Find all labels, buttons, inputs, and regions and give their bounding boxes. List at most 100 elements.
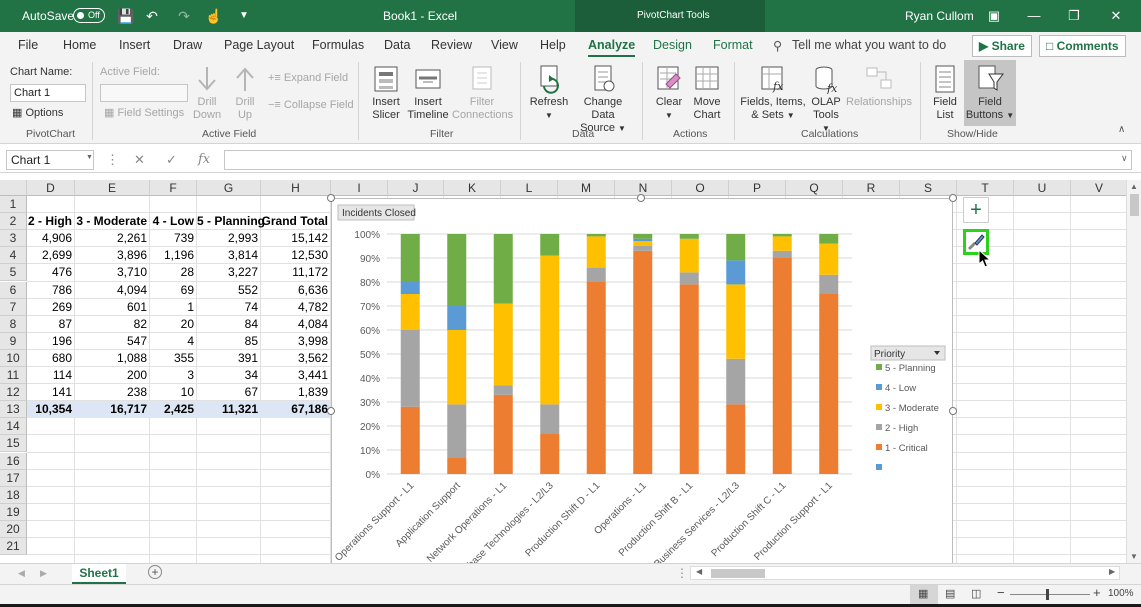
bar-segment[interactable] [772, 258, 792, 474]
row-header-19[interactable]: 19 [0, 503, 27, 521]
bar-segment[interactable] [400, 282, 420, 294]
bar-segment[interactable] [679, 272, 699, 285]
bar-segment[interactable] [540, 433, 560, 474]
pivot-chart[interactable]: Incidents Closed 0% 10% 20% 30% 40% 50% 60% 70% 8… [331, 198, 953, 575]
vertical-scrollbar[interactable]: ▲ ▼ [1126, 180, 1141, 563]
scroll-left-icon[interactable]: ◀ [696, 567, 702, 576]
cell-e6[interactable]: 4,094 [75, 282, 150, 299]
enter-icon[interactable]: ✓ [166, 152, 177, 168]
cell-e4[interactable]: 3,896 [75, 247, 150, 264]
bar-segment[interactable] [493, 394, 513, 474]
cell-d11[interactable]: 114 [27, 367, 75, 384]
select-all-corner[interactable] [0, 180, 27, 196]
cell-e12[interactable]: 238 [75, 384, 150, 401]
tab-format[interactable]: Format [713, 38, 753, 52]
cell-h9[interactable]: 3,998 [261, 333, 331, 350]
share-button[interactable]: ▶ Share [972, 35, 1032, 57]
cell-f10[interactable]: 355 [150, 350, 197, 367]
bar-segment[interactable] [633, 246, 653, 251]
bar-segment[interactable] [586, 267, 606, 282]
cell-h11[interactable]: 3,441 [261, 367, 331, 384]
cell-g11[interactable]: 34 [197, 367, 261, 384]
cancel-icon[interactable]: ✕ [134, 152, 145, 168]
cell-g8[interactable]: 84 [197, 316, 261, 333]
row-header-13[interactable]: 13 [0, 401, 27, 419]
tab-insert[interactable]: Insert [119, 38, 150, 52]
chart-resize-handle-top-left[interactable] [327, 194, 335, 202]
cell-g7[interactable]: 74 [197, 299, 261, 316]
bar-segment[interactable] [726, 358, 746, 405]
chart-elements-button[interactable]: + [963, 197, 989, 223]
row-header-20[interactable]: 20 [0, 520, 27, 538]
redo-icon[interactable]: ↷ [174, 6, 194, 26]
row-header-10[interactable]: 10 [0, 349, 27, 367]
row-header-9[interactable]: 9 [0, 332, 27, 350]
cell-f7[interactable]: 1 [150, 299, 197, 316]
bar-segment[interactable] [400, 234, 420, 282]
zoom-slider-thumb[interactable] [1046, 589, 1049, 600]
bar-segment[interactable] [447, 457, 467, 474]
bar-segment[interactable] [679, 284, 699, 474]
column-header-u[interactable]: U [1014, 180, 1071, 196]
bar-segment[interactable] [633, 238, 653, 242]
cell-h13[interactable]: 67,186 [261, 401, 331, 418]
chart-resize-handle-top-right[interactable] [949, 194, 957, 202]
cell-e5[interactable]: 3,710 [75, 264, 150, 281]
row-header-21[interactable]: 21 [0, 538, 27, 556]
cell-d3[interactable]: 4,906 [27, 230, 75, 247]
cell-e10[interactable]: 1,088 [75, 350, 150, 367]
legend-entry[interactable]: 3 - Moderate [885, 403, 939, 414]
cell-h10[interactable]: 3,562 [261, 350, 331, 367]
legend-entry[interactable]: 1 - Critical [885, 443, 928, 454]
tab-page-layout[interactable]: Page Layout [224, 38, 294, 52]
bar-segment[interactable] [447, 234, 467, 306]
cell-h5[interactable]: 11,172 [261, 264, 331, 281]
cell-e8[interactable]: 82 [75, 316, 150, 333]
cell-f3[interactable]: 739 [150, 230, 197, 247]
tab-data[interactable]: Data [384, 38, 410, 52]
bar-segment[interactable] [633, 241, 653, 246]
row-header-15[interactable]: 15 [0, 435, 27, 453]
fields-items-sets-button[interactable]: fx Fields, Items, & Sets ▼ [740, 64, 806, 122]
bar-segment[interactable] [447, 306, 467, 330]
close-icon[interactable]: ✕ [1096, 0, 1136, 32]
row-header-12[interactable]: 12 [0, 384, 27, 402]
cell-e3[interactable]: 2,261 [75, 230, 150, 247]
row-header-3[interactable]: 3 [0, 230, 27, 248]
sheet-tab-sheet1[interactable]: Sheet1 [72, 564, 126, 584]
vertical-scroll-thumb[interactable] [1130, 194, 1139, 216]
bar-segment[interactable] [447, 330, 467, 405]
legend-entry[interactable]: 4 - Low [885, 383, 916, 394]
sheet-splitter-icon[interactable]: ⋮ [676, 566, 688, 580]
row-header-6[interactable]: 6 [0, 281, 27, 299]
save-icon[interactable]: 💾 [116, 6, 136, 26]
autosave-toggle[interactable]: Off [73, 8, 105, 23]
cell-h8[interactable]: 4,084 [261, 316, 331, 333]
horizontal-scroll-thumb[interactable] [711, 569, 765, 578]
cell-d10[interactable]: 680 [27, 350, 75, 367]
bar-segment[interactable] [633, 234, 653, 239]
user-name[interactable]: Ryan Cullom [905, 9, 974, 23]
cell-e2[interactable]: 3 - Moderate [75, 213, 150, 230]
bar-segment[interactable] [540, 255, 560, 405]
field-list-button[interactable]: Field List [928, 64, 962, 122]
change-data-source-button[interactable]: Change Data Source ▼ [572, 64, 634, 135]
cell-g9[interactable]: 85 [197, 333, 261, 350]
legend-entry[interactable]: 2 - High [885, 423, 918, 434]
zoom-in-icon[interactable]: + [1093, 585, 1101, 600]
zoom-level[interactable]: 100% [1108, 588, 1134, 599]
cell-g4[interactable]: 3,814 [197, 247, 261, 264]
bar-segment[interactable] [819, 294, 839, 474]
row-header-17[interactable]: 17 [0, 469, 27, 487]
cell-f12[interactable]: 10 [150, 384, 197, 401]
tab-design[interactable]: Design [653, 38, 692, 52]
column-header-o[interactable]: O [672, 180, 729, 196]
tab-home[interactable]: Home [63, 38, 96, 52]
bar-segment[interactable] [726, 260, 746, 285]
normal-view-icon[interactable]: ▦ [918, 587, 928, 600]
bar-segment[interactable] [540, 234, 560, 256]
customize-qat-icon[interactable]: ▼ [234, 6, 254, 26]
bar-segment[interactable] [819, 274, 839, 294]
cell-d4[interactable]: 2,699 [27, 247, 75, 264]
cell-f11[interactable]: 3 [150, 367, 197, 384]
